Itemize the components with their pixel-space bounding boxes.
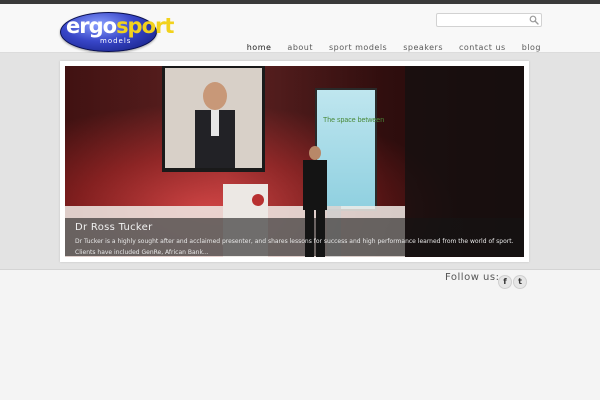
facebook-icon[interactable]: f [498, 275, 512, 289]
search-input[interactable] [439, 14, 527, 26]
twitter-icon[interactable]: t [513, 275, 527, 289]
site-logo[interactable]: ergosport models [60, 12, 174, 52]
caption-title[interactable]: Dr Ross Tucker [75, 222, 153, 233]
nav-about[interactable]: about [287, 43, 313, 52]
logo-subtitle: models [100, 37, 132, 45]
nav-contact-us[interactable]: contact us [459, 43, 506, 52]
logo-word-sport: sport [116, 14, 174, 38]
search-box [436, 13, 542, 27]
logo-word-ergo: ergo [66, 14, 117, 38]
nav-blog[interactable]: blog [522, 43, 541, 52]
main-nav: home about sport models speakers contact… [231, 43, 541, 52]
slide-screen-text: The space between [323, 117, 384, 124]
search-icon[interactable] [529, 15, 539, 25]
logo-wordmark: ergosport [66, 14, 174, 38]
nav-sport-models[interactable]: sport models [329, 43, 387, 52]
caption-text: Dr Tucker is a highly sought after and a… [75, 238, 514, 256]
slide-caption: Dr Ross Tucker Dr Tucker is a highly sou… [65, 218, 524, 256]
nav-home[interactable]: home [247, 43, 272, 52]
nav-speakers[interactable]: speakers [403, 43, 443, 52]
site-header: ergosport models home about sport models… [0, 4, 600, 53]
follow-us-label: Follow us: [445, 272, 500, 283]
